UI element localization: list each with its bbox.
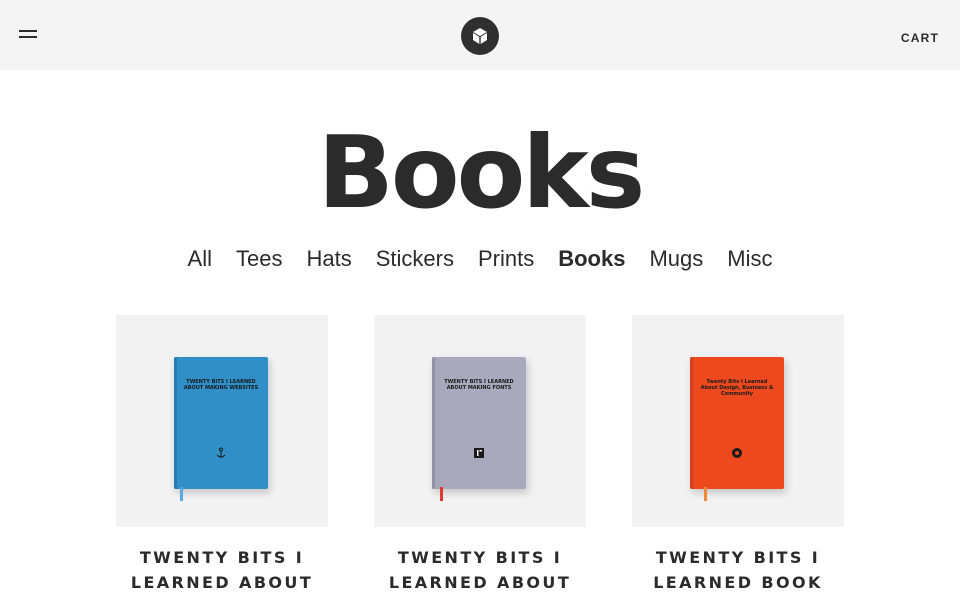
bookmark-ribbon: [440, 487, 443, 501]
cart-link[interactable]: CART: [901, 31, 939, 45]
book-cover-title: Twenty Bits I Learned About Design, Busi…: [700, 379, 774, 397]
page-title: Books: [317, 114, 646, 231]
category-prints[interactable]: Prints: [478, 245, 534, 273]
category-books[interactable]: Books: [558, 245, 625, 273]
book-cover: TWENTY BITS I LEARNED ABOUT MAKING WEBSI…: [174, 357, 268, 489]
product-name[interactable]: TWENTY BITS I LEARNED ABOUT MAKING WEBSI…: [116, 545, 328, 600]
cube-logo-icon[interactable]: [461, 17, 499, 55]
category-stickers[interactable]: Stickers: [376, 245, 454, 273]
product-image[interactable]: TWENTY BITS I LEARNED ABOUT MAKING WEBSI…: [116, 315, 328, 527]
category-misc[interactable]: Misc: [727, 245, 772, 273]
top-bar: CART: [0, 0, 960, 70]
product-card[interactable]: TWENTY BITS I LEARNED ABOUT MAKING WEBSI…: [116, 315, 328, 600]
bookmark-ribbon: [704, 487, 707, 501]
product-card[interactable]: TWENTY BITS I LEARNED ABOUT MAKING FONTS…: [374, 315, 586, 600]
book-cover-title: TWENTY BITS I LEARNED ABOUT MAKING WEBSI…: [183, 379, 259, 391]
hamburger-menu-icon[interactable]: [19, 28, 39, 42]
bookmark-ribbon: [180, 487, 183, 501]
book-cover-title: TWENTY BITS I LEARNED ABOUT MAKING FONTS: [444, 379, 514, 391]
category-tees[interactable]: Tees: [236, 245, 282, 273]
category-mugs[interactable]: Mugs: [649, 245, 703, 273]
book-cover: TWENTY BITS I LEARNED ABOUT MAKING FONTS: [432, 357, 526, 489]
category-nav: All Tees Hats Stickers Prints Books Mugs…: [0, 245, 960, 273]
type-logo-icon: [474, 448, 484, 458]
product-image[interactable]: TWENTY BITS I LEARNED ABOUT MAKING FONTS: [374, 315, 586, 527]
anchor-icon: [216, 447, 226, 458]
category-hats[interactable]: Hats: [306, 245, 351, 273]
category-all[interactable]: All: [188, 245, 212, 273]
product-name[interactable]: TWENTY BITS I LEARNED ABOUT MAKING FONTS: [374, 545, 586, 600]
product-grid: TWENTY BITS I LEARNED ABOUT MAKING WEBSI…: [116, 315, 846, 600]
product-image[interactable]: Twenty Bits I Learned About Design, Busi…: [632, 315, 844, 527]
book-cover: Twenty Bits I Learned About Design, Busi…: [690, 357, 784, 489]
product-card[interactable]: Twenty Bits I Learned About Design, Busi…: [632, 315, 844, 595]
seal-icon: [732, 448, 742, 458]
product-name[interactable]: TWENTY BITS I LEARNED BOOK: [632, 545, 844, 595]
